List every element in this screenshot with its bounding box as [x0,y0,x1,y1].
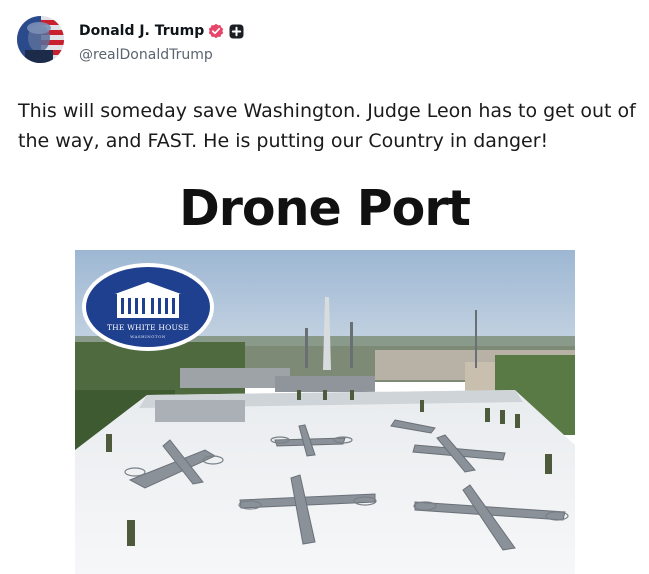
post-text: This will someday save Washington. Judge… [18,100,636,152]
user-handle[interactable]: @realDonaldTrump [79,47,213,63]
display-name[interactable]: Donald J. Trump [79,23,204,39]
image-title: Drone Port [179,180,471,237]
avatar[interactable] [17,16,64,63]
plus-square-icon [229,24,244,39]
verified-badge-icon [208,23,224,39]
post-image[interactable] [75,250,575,574]
seal-caption: THE WHITE HOUSE [106,323,190,332]
name-row: Donald J. Trump [79,23,244,39]
seal-subcaption: WASHINGTON [130,334,166,339]
social-post: Donald J. Trump @realDonaldTrump This wi… [0,0,649,574]
